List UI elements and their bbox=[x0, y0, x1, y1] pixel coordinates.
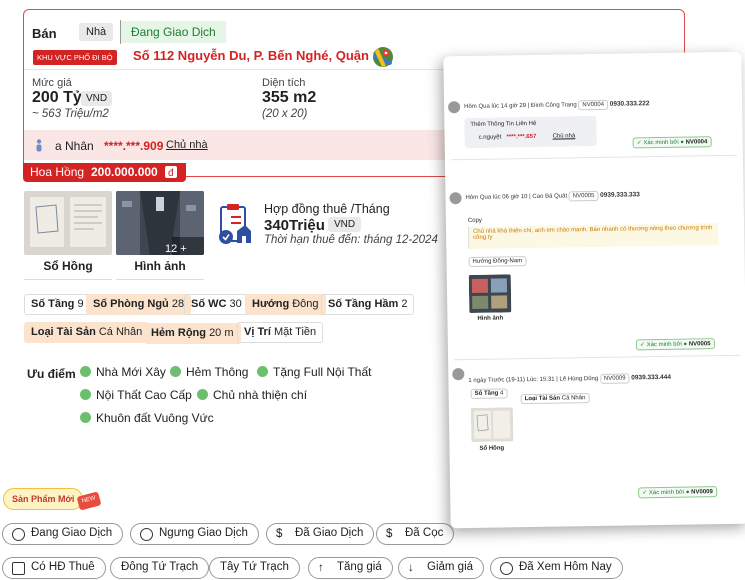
spec-position: Vị Trí Mặt Tiền bbox=[237, 322, 324, 343]
btn-has-lease[interactable]: Có HĐ Thuê bbox=[2, 557, 106, 579]
title-deed-caption: Sổ Hồng bbox=[24, 259, 112, 280]
advantage-item: Khuôn đất Vuông Vức bbox=[80, 411, 214, 425]
commission-bar: Hoa Hồng 200.000.000 đ bbox=[23, 163, 186, 182]
verified-badge: ✓ Xác minh bởi ● NV0004 bbox=[632, 136, 712, 149]
check-icon bbox=[170, 366, 181, 377]
commission-label: Hoa Hồng bbox=[30, 165, 85, 179]
dollar-icon: $ bbox=[276, 528, 283, 540]
advantages-label: Ưu điểm bbox=[27, 367, 76, 381]
btn-west-group[interactable]: Tây Tứ Trạch bbox=[209, 557, 300, 579]
owner-phone[interactable]: ****.***.909 bbox=[104, 139, 163, 153]
lease-unit: VND bbox=[328, 217, 362, 232]
photo-thumbnail[interactable] bbox=[116, 191, 204, 255]
spec-chip: Loại Tài Sản Cá Nhân bbox=[520, 393, 590, 405]
ban-icon bbox=[140, 528, 153, 541]
entry-header: Hôm Qua lúc 14 giờ 29 | Đình Công Trang … bbox=[464, 99, 650, 111]
area-value: 355 m2 bbox=[262, 89, 317, 106]
new-product-badge: Sản Phẩm Mới bbox=[3, 488, 84, 510]
title-deed-caption: Sổ Hồng bbox=[479, 445, 505, 452]
arrow-down-icon: ↓ bbox=[408, 562, 414, 574]
avatar bbox=[448, 101, 461, 114]
check-icon bbox=[197, 389, 208, 400]
direction-chip: Hướng Đông-Nam bbox=[468, 256, 527, 267]
spec-basements: Số Tầng Hầm 2 bbox=[321, 294, 415, 315]
currency-icon: đ bbox=[165, 166, 177, 178]
entry-header: Hôm Qua lúc 06 giờ 10 | Cao Bá Quát NV00… bbox=[465, 190, 640, 202]
commission-value: 200.000.000 bbox=[91, 165, 158, 179]
google-maps-icon[interactable] bbox=[372, 46, 394, 68]
advantage-item: Nội Thất Cao Cấp bbox=[80, 388, 192, 402]
advantage-item: Chủ nhà thiện chí bbox=[197, 388, 307, 402]
check-icon bbox=[80, 412, 91, 423]
copy-button[interactable]: Copy bbox=[468, 218, 482, 224]
svg-text:đ: đ bbox=[168, 168, 174, 178]
edit-doc-icon bbox=[12, 562, 25, 575]
btn-stop-transaction[interactable]: Ngưng Giao Dịch bbox=[130, 523, 259, 545]
lease-value: 340Triệu bbox=[264, 217, 325, 234]
entry-header: 1 ngày Trước (19-11) Lúc: 15:31 | Lê Hùn… bbox=[468, 373, 672, 385]
spec-chip: Số Tầng 4 bbox=[470, 388, 508, 399]
verified-badge: ✓ Xác minh bởi ● NV0009 bbox=[638, 486, 717, 499]
price-value: 200 Tỷ bbox=[32, 89, 82, 106]
status-chip: Đang Giao Dịch bbox=[121, 21, 226, 43]
check-icon bbox=[80, 366, 91, 377]
contact-box: Thêm Thông Tin Liên Hệ c.nguyệt ****.***… bbox=[464, 115, 597, 149]
listing-type: Bán bbox=[32, 26, 57, 41]
person-icon bbox=[36, 139, 42, 152]
advantage-item: Hẻm Thông bbox=[170, 365, 248, 379]
advantage-item: Tặng Full Nội Thất bbox=[257, 365, 372, 379]
price-label: Mức giá bbox=[32, 77, 72, 89]
property-type-chip: Nhà bbox=[79, 23, 114, 41]
btn-east-group[interactable]: Đông Tứ Trạch bbox=[110, 557, 210, 579]
agent-note: Chủ nhà khá thiện chí, anh em chào mạnh.… bbox=[467, 223, 719, 250]
spec-asset-type: Loại Tài Sản Cá Nhân bbox=[24, 322, 150, 343]
lease-term: Thời hạn thuê đến: tháng 12-2024 bbox=[264, 234, 438, 246]
lease-title: Hợp đồng thuê /Tháng bbox=[264, 202, 390, 216]
spec-alley-width: Hẻm Rộng 20 m bbox=[144, 323, 241, 344]
area-dimensions: (20 x 20) bbox=[262, 108, 308, 120]
photo-thumbnail[interactable] bbox=[468, 274, 512, 313]
contact-name: c.nguyệt bbox=[478, 134, 502, 141]
btn-completed[interactable]: $ Đã Giao Dịch bbox=[266, 523, 375, 545]
photo-caption: Hình ảnh bbox=[116, 259, 204, 280]
spec-wc: Số WC 30 bbox=[184, 294, 249, 315]
arrow-up-icon: ↑ bbox=[318, 562, 324, 574]
btn-price-down[interactable]: ↓ Giảm giá bbox=[398, 557, 485, 579]
listing-screen: Bán Nhà Đang Giao Dịch KHU VỰC PHỐ ĐI BỘ… bbox=[0, 0, 745, 580]
lease-contract-icon bbox=[219, 204, 251, 244]
dollar-icon: $ bbox=[386, 528, 393, 540]
entry-separator bbox=[454, 354, 741, 361]
avatar bbox=[449, 192, 462, 205]
btn-price-up[interactable]: ↑ Tăng giá bbox=[308, 557, 393, 579]
entry-separator bbox=[450, 154, 737, 161]
owner-role-link[interactable]: Chủ nhà bbox=[166, 139, 208, 151]
verified-badge: ✓ Xác minh bởi ● NV0005 bbox=[635, 338, 715, 351]
area-label: Diện tích bbox=[262, 77, 306, 89]
advantage-item: Nhà Mới Xây bbox=[80, 365, 166, 379]
check-icon bbox=[80, 389, 91, 400]
address: Số 112 Nguyễn Du, P. Bến Nghé, Quận 1 bbox=[133, 48, 380, 63]
eye-icon bbox=[500, 562, 513, 575]
price-unit: VND bbox=[81, 91, 113, 106]
zone-badge: KHU VỰC PHỐ ĐI BỘ bbox=[33, 50, 117, 65]
contact-phone[interactable]: ****.***.657 bbox=[507, 134, 537, 140]
spec-direction: Hướng Đông bbox=[245, 294, 326, 315]
spec-floors: Số Tầng 9 bbox=[24, 294, 91, 315]
title-deed-thumbnail[interactable] bbox=[470, 407, 514, 442]
activity-panel: Hôm Qua lúc 14 giờ 29 | Đình Công Trang … bbox=[443, 51, 745, 529]
shield-check-icon bbox=[12, 528, 25, 541]
avatar bbox=[452, 368, 465, 381]
btn-deposited[interactable]: $ Đã Cọc bbox=[376, 523, 455, 545]
btn-in-transaction[interactable]: Đang Giao Dịch bbox=[2, 523, 124, 545]
owner-name: a Nhân bbox=[55, 139, 94, 153]
contact-role[interactable]: Chủ nhà bbox=[553, 133, 576, 139]
photo-caption: Hình ảnh bbox=[477, 315, 504, 322]
check-icon bbox=[257, 366, 268, 377]
btn-viewed-today[interactable]: Đã Xem Hôm Nay bbox=[490, 557, 623, 579]
price-per-m2: ~ 563 Triệu/m2 bbox=[32, 108, 109, 120]
photo-count: 12 + bbox=[165, 243, 187, 255]
contact-box-title: Thêm Thông Tin Liên Hệ bbox=[470, 120, 537, 128]
title-deed-thumbnail[interactable] bbox=[24, 191, 112, 255]
spec-bedrooms: Số Phòng Ngủ 28 bbox=[86, 294, 192, 315]
